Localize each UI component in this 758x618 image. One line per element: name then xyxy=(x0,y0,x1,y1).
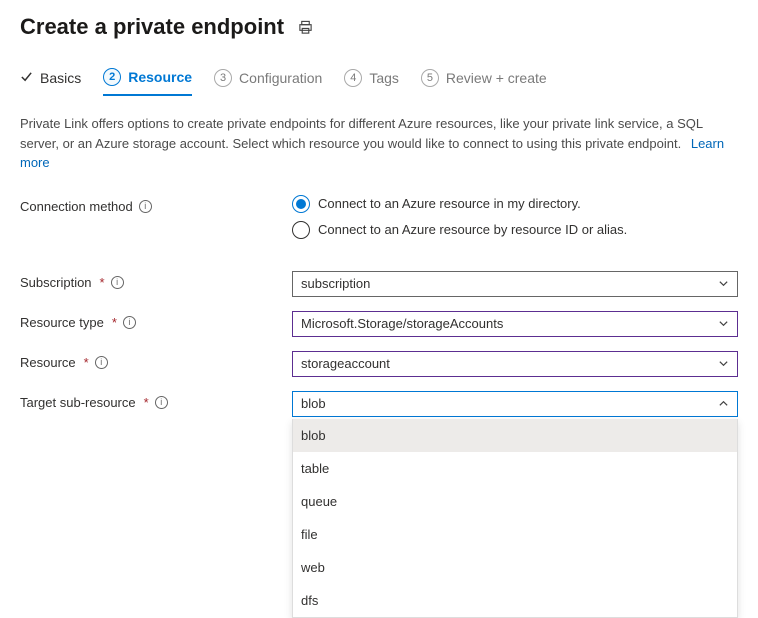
dropdown-option[interactable]: queue xyxy=(293,485,737,518)
dropdown-option[interactable]: blob xyxy=(293,419,737,452)
step-number: 5 xyxy=(421,69,439,87)
wizard-tabs: Basics 2 Resource 3 Configuration 4 Tags… xyxy=(20,68,738,96)
info-icon[interactable]: i xyxy=(155,396,168,409)
step-number: 4 xyxy=(344,69,362,87)
info-icon[interactable]: i xyxy=(123,316,136,329)
connection-method-resourceid[interactable]: Connect to an Azure resource by resource… xyxy=(292,221,738,239)
dropdown-option[interactable]: file xyxy=(293,518,737,551)
chevron-up-icon xyxy=(718,398,729,409)
target-sub-dropdown: blob table queue file web dfs xyxy=(292,419,738,618)
dropdown-option[interactable]: web xyxy=(293,551,737,584)
required-marker: * xyxy=(100,275,105,290)
tab-label: Tags xyxy=(369,70,399,86)
chevron-down-icon xyxy=(718,278,729,289)
chevron-down-icon xyxy=(718,318,729,329)
connection-method-label: Connection method xyxy=(20,199,133,214)
select-value: Microsoft.Storage/storageAccounts xyxy=(301,316,503,331)
dropdown-option[interactable]: dfs xyxy=(293,584,737,617)
select-value: blob xyxy=(301,396,326,411)
chevron-down-icon xyxy=(718,358,729,369)
subscription-label: Subscription xyxy=(20,275,92,290)
description-text: Private Link offers options to create pr… xyxy=(20,116,703,151)
tab-resource[interactable]: 2 Resource xyxy=(103,68,192,96)
print-icon[interactable] xyxy=(298,20,313,35)
select-value: subscription xyxy=(301,276,370,291)
step-number: 3 xyxy=(214,69,232,87)
resource-label: Resource xyxy=(20,355,76,370)
radio-label: Connect to an Azure resource in my direc… xyxy=(318,196,581,211)
step-number: 2 xyxy=(103,68,121,86)
radio-icon xyxy=(292,221,310,239)
radio-label: Connect to an Azure resource by resource… xyxy=(318,222,627,237)
info-icon[interactable]: i xyxy=(139,200,152,213)
required-marker: * xyxy=(84,355,89,370)
tab-label: Basics xyxy=(40,70,81,86)
resource-type-label: Resource type xyxy=(20,315,104,330)
select-value: storageaccount xyxy=(301,356,390,371)
tab-basics[interactable]: Basics xyxy=(20,70,81,94)
required-marker: * xyxy=(112,315,117,330)
subscription-select[interactable]: subscription xyxy=(292,271,738,297)
page-title: Create a private endpoint xyxy=(20,14,284,40)
tab-configuration[interactable]: 3 Configuration xyxy=(214,69,322,95)
tab-label: Configuration xyxy=(239,70,322,86)
info-icon[interactable]: i xyxy=(95,356,108,369)
resource-type-select[interactable]: Microsoft.Storage/storageAccounts xyxy=(292,311,738,337)
tab-review-create[interactable]: 5 Review + create xyxy=(421,69,547,95)
required-marker: * xyxy=(144,395,149,410)
resource-select[interactable]: storageaccount xyxy=(292,351,738,377)
dropdown-option[interactable]: table xyxy=(293,452,737,485)
tab-tags[interactable]: 4 Tags xyxy=(344,69,399,95)
target-sub-label: Target sub-resource xyxy=(20,395,136,410)
radio-icon xyxy=(292,195,310,213)
tab-label: Review + create xyxy=(446,70,547,86)
tab-label: Resource xyxy=(128,69,192,85)
connection-method-directory[interactable]: Connect to an Azure resource in my direc… xyxy=(292,195,738,213)
info-icon[interactable]: i xyxy=(111,276,124,289)
target-sub-select[interactable]: blob blob table queue file web dfs xyxy=(292,391,738,417)
check-icon xyxy=(20,70,33,86)
step-description: Private Link offers options to create pr… xyxy=(20,114,738,173)
